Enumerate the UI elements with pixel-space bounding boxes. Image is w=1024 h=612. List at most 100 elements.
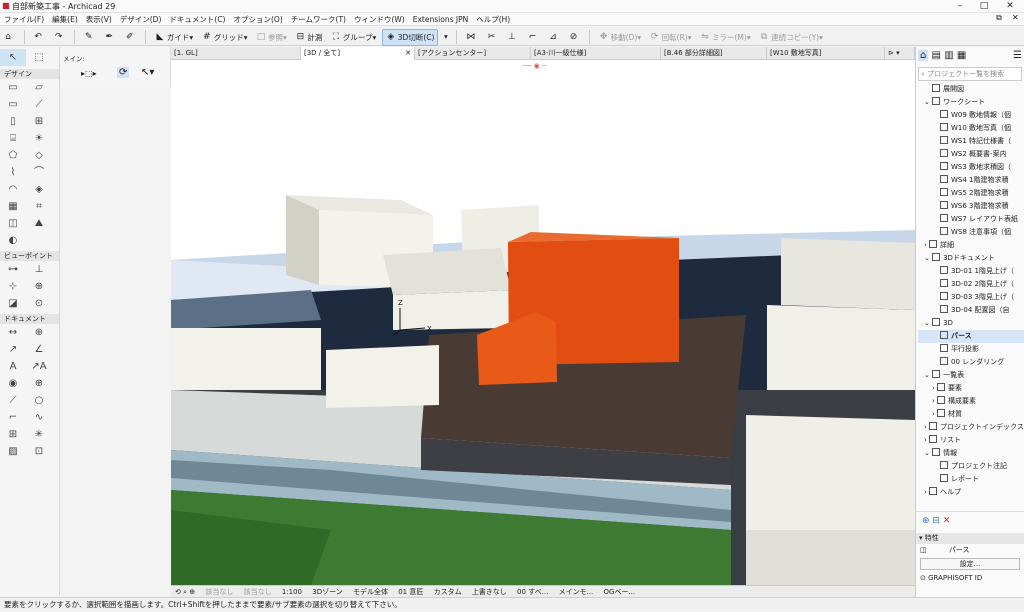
graphisoft-id[interactable]: ⊙ GRAPHISOFT ID [916,571,1024,585]
panel-menu-icon[interactable]: ☰ [1013,50,1022,61]
tree-item[interactable]: プロジェクト注記 [918,460,1024,473]
move-button[interactable]: ✥ 移動(D) ▾ [596,29,644,46]
tree-item[interactable]: › 詳細 [918,239,1024,252]
zoom-icons[interactable]: ⟲ ⌕ ⊕ [171,586,199,597]
magic-wand-icon[interactable]: ⟳ [117,67,130,78]
layer-none-2[interactable]: 該当なし [240,586,276,597]
menu-teamwork[interactable]: チームワーク(T) [287,13,350,26]
tree-item[interactable]: レポート [918,473,1024,486]
circle-tool[interactable]: ○ [26,392,52,409]
view-map-icon[interactable]: ▤ [932,50,941,61]
design-section[interactable]: デザイン [0,69,59,79]
offset-button[interactable]: ⊿ [545,29,563,46]
tree-item[interactable]: WS6 3階建物求積 [918,200,1024,213]
spline-tool[interactable]: ∿ [26,409,52,426]
rotate-button[interactable]: ⟳ 回転(R) ▾ [647,29,695,46]
image-tool[interactable]: ⊡ [26,443,52,460]
stair-tool[interactable]: ⌇ [0,164,26,181]
menu-design[interactable]: デザイン(D) [116,13,166,26]
floor-dropdown[interactable]: 01 意匠 [394,586,427,597]
roof-tool[interactable]: ⟋ [26,96,52,113]
tab-overflow-button[interactable]: ⊳ ▾ [885,47,915,60]
drawing-tool[interactable]: ▨ [0,443,26,460]
redo-button[interactable]: ↷ [51,29,69,46]
custom-dropdown[interactable]: カスタム [430,586,466,597]
pen-button[interactable]: ✎ [81,29,99,46]
level-dim-tool[interactable]: ⊕ [26,324,52,341]
text-tool[interactable]: A [0,358,26,375]
tab-action-center[interactable]: [アクションセンター] [415,47,531,60]
label-tool[interactable]: ↗A [26,358,52,375]
menu-view[interactable]: 表示(V) [82,13,116,26]
skylight-tool[interactable]: ◈ [26,181,52,198]
fillet-button[interactable]: ⌐ [524,29,542,46]
tree-item[interactable]: ⌄ 一覧表 [918,369,1024,382]
trim-button[interactable]: ✂ [483,29,501,46]
tab-a3[interactable]: [A3-川一級仕様] [531,47,661,60]
interior-elev-tool[interactable]: ⊹ [0,278,26,295]
tree-item[interactable]: WS8 注意事項（個 [918,226,1024,239]
star-tool[interactable]: ✳ [26,426,52,443]
project-search-input[interactable]: ⌕ プロジェクト一覧を検索 [918,67,1022,81]
tree-item[interactable]: 3D-03 3階見上げ（ [918,291,1024,304]
undo-button[interactable]: ↶ [30,29,48,46]
settings-button[interactable]: 設定... [920,558,1020,570]
tree-item[interactable]: 3D-02 2階見上げ（ [918,278,1024,291]
intersect-button[interactable]: ⊥ [504,29,522,46]
mesh-tool[interactable]: ◫ [0,215,26,232]
tree-item[interactable]: WS5 2階建物求積 [918,187,1024,200]
close-tab-icon[interactable]: ✕ [405,47,411,60]
radial-dim-tool[interactable]: ↗ [0,341,26,358]
all-dropdown[interactable]: 00 すべ... [513,586,552,597]
tree-item[interactable]: 00 レンダリング [918,356,1024,369]
guide-button[interactable]: ◣ ガイド ▾ [152,29,196,46]
adjust-button[interactable]: ⋈ [463,29,481,46]
model-dropdown[interactable]: モデル全体 [349,586,392,597]
multiply-button[interactable]: ⧉ 連続コピー(Y) ▾ [756,29,826,46]
menu-options[interactable]: オプション(O) [229,13,286,26]
menu-edit[interactable]: 編集(E) [48,13,82,26]
tree-item[interactable]: ⌄ 3Dドキュメント [918,252,1024,265]
mem-dropdown[interactable]: メインモ... [555,586,598,597]
project-map-icon[interactable]: ⌂ [918,50,929,61]
layer-none-1[interactable]: 該当なし [201,586,237,597]
tree-item[interactable]: 3D-01 1階見上げ（ [918,265,1024,278]
tree-item[interactable]: 3D-04 配置図（自 [918,304,1024,317]
tree-item[interactable]: › プロジェクトインデックス [918,421,1024,434]
menu-extensions[interactable]: Extensions JPN [409,13,472,26]
tree-item[interactable]: 平行投影 [918,343,1024,356]
syringe-button[interactable]: ✐ [122,29,140,46]
window-tool[interactable]: ⊞ [26,113,52,130]
reference-button[interactable]: □ 参照 ▾ [253,29,290,46]
tree-item[interactable]: › 要素 [918,382,1024,395]
worksheet-tool[interactable]: ⊕ [26,278,52,295]
tree-item-selected[interactable]: パース [918,330,1024,343]
viewpoint-section[interactable]: ビューポイント [0,251,59,261]
menu-help[interactable]: ヘルプ(H) [472,13,514,26]
line-tool[interactable]: ⟋ [0,392,26,409]
tree-item[interactable]: WS7 レイアウト表紙 [918,213,1024,226]
tree-item[interactable]: › 構成要素 [918,395,1024,408]
fill-tool[interactable]: ◉ [0,375,26,392]
tree-item[interactable]: › ヘルプ [918,486,1024,499]
tree-item[interactable]: WS2 概要書-案内 [918,148,1024,161]
maximize-button[interactable]: □ [972,0,996,13]
view-orbit-indicator[interactable]: ┄┄ ◉ ┄ [523,62,546,70]
add-icon[interactable]: ⊕ [922,516,930,526]
restore-doc-icon[interactable]: ⧉ [996,13,1002,23]
marquee-tool[interactable]: ⬚ [26,49,52,66]
scale-dropdown[interactable]: 1:100 [278,586,306,597]
tree-item[interactable]: ⌄ ワークシート [918,96,1024,109]
camera-tool[interactable]: ⊙ [26,295,52,312]
polyline-tool[interactable]: ⌐ [0,409,26,426]
zone-tool[interactable]: ⌗ [26,198,52,215]
figure-tool[interactable]: ◐ [0,232,26,249]
pointer-icon[interactable]: ↖▾ [141,67,154,78]
curtainwall-tool[interactable]: ▦ [0,198,26,215]
column-tool[interactable]: ▯ [0,113,26,130]
tab-w10[interactable]: [W10 敷地写真] [767,47,885,60]
object-tool[interactable]: ⬠ [0,147,26,164]
grid-element-tool[interactable]: ⊕ [26,375,52,392]
terrain-tool[interactable]: ⛰ [26,215,52,232]
tree-item[interactable]: ⌄ 情報 [918,447,1024,460]
